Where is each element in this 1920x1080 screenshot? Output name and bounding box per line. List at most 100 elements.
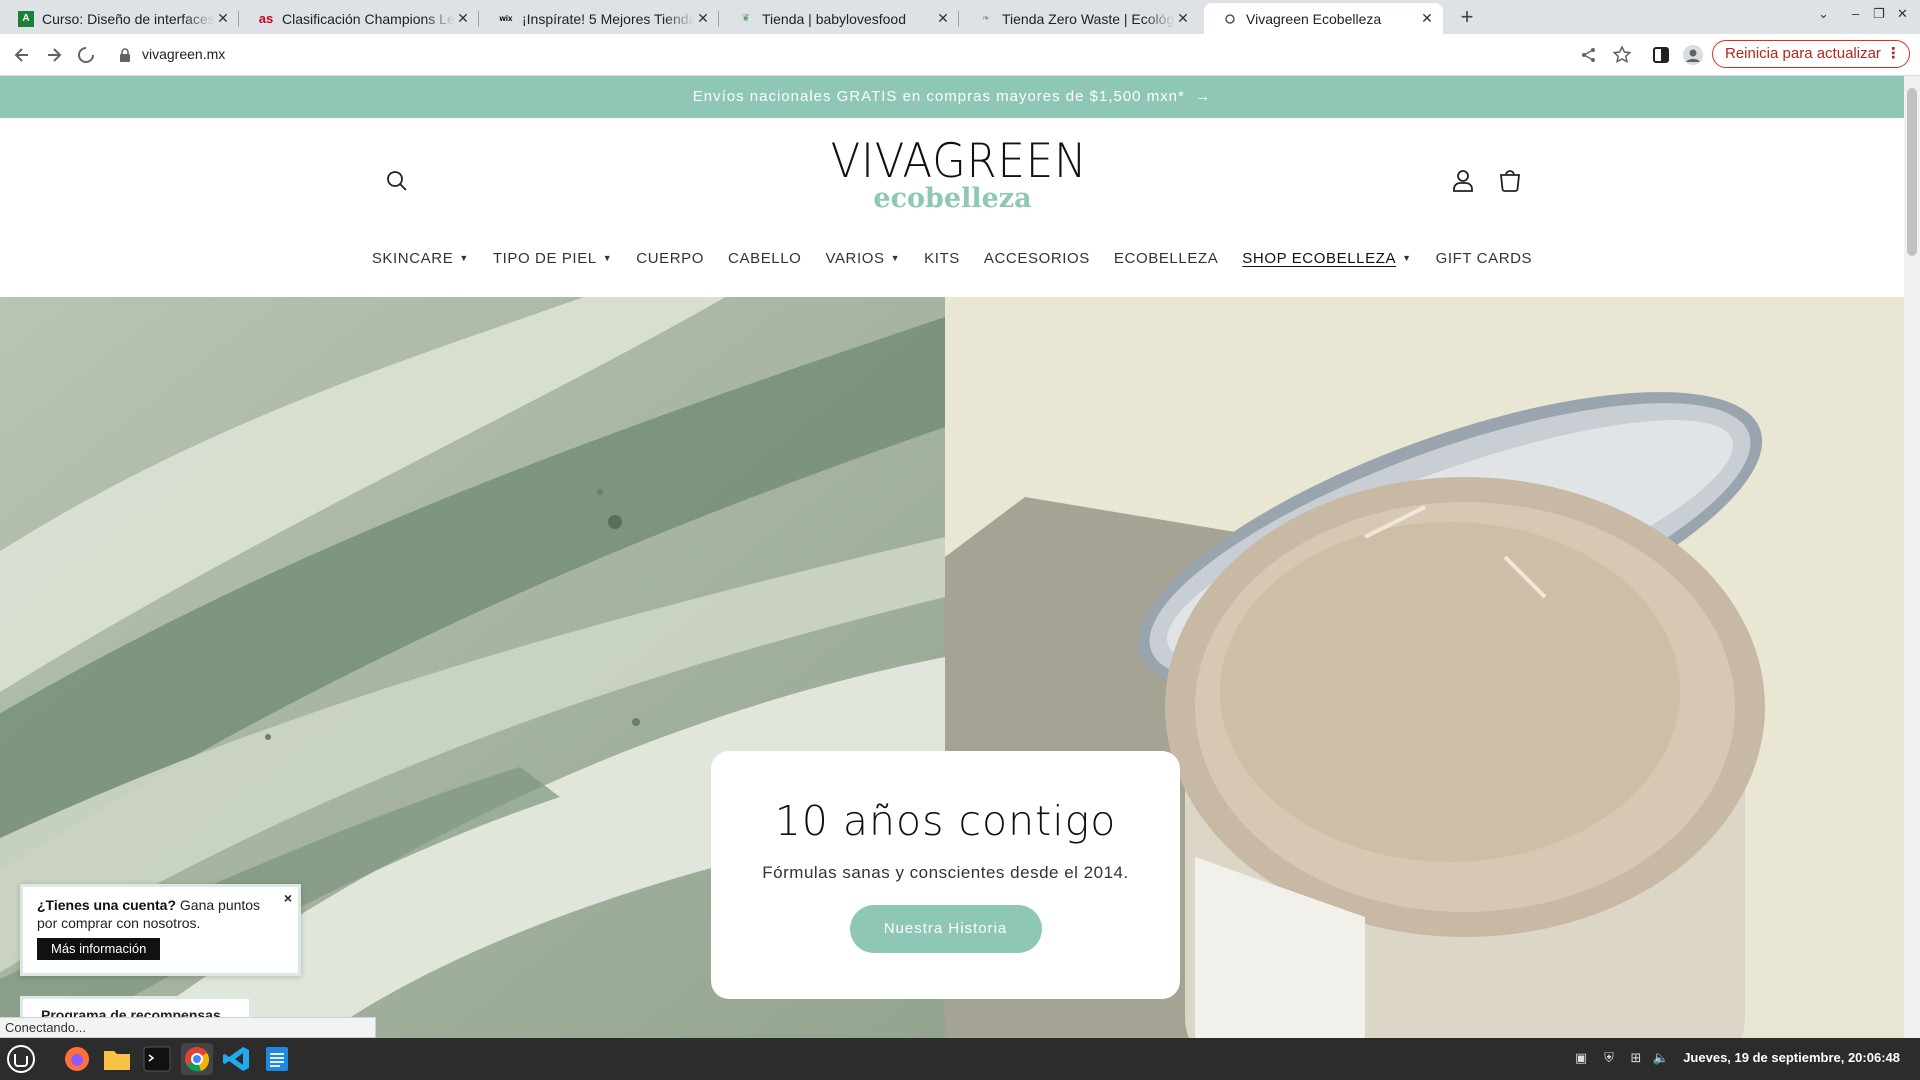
chevron-down-icon: ▼ — [459, 253, 469, 263]
nav-cuerpo[interactable]: CUERPO — [624, 244, 716, 272]
rewards-question: ¿Tienes una cuenta? — [37, 897, 176, 913]
nav-label: ACCESORIOS — [983, 249, 1090, 267]
tab-search-chevron-icon[interactable]: ⌄ — [1818, 6, 1829, 22]
logo-wordmark: VIVAGREEN — [830, 134, 1088, 189]
cart-icon[interactable] — [1497, 168, 1523, 194]
close-tab-icon[interactable]: ✕ — [215, 10, 231, 27]
browser-status-bar: Conectando... — [0, 1017, 376, 1038]
nav-ecobelleza[interactable]: ECOBELLEZA — [1102, 244, 1230, 272]
tab-curso[interactable]: A Curso: Diseño de interfaces W ✕ — [0, 3, 239, 34]
hero-title: 10 años contigo — [774, 797, 1117, 845]
files-folder-icon[interactable] — [101, 1043, 133, 1075]
tab-favicon-icon: A — [18, 10, 34, 27]
tab-title: Tienda | babylovesfood — [762, 10, 906, 27]
rewards-text: ¿Tienes una cuenta? Gana puntos por comp… — [37, 896, 284, 932]
logo-subtitle: ecobelleza — [873, 183, 1032, 214]
leaf-icon: ❦ — [741, 13, 751, 24]
nav-shop-ecobelleza[interactable]: SHOP ECOBELLEZA ▼ — [1230, 244, 1423, 272]
text-editor-icon[interactable] — [261, 1043, 293, 1075]
shield-icon[interactable]: ⛨ — [1600, 1050, 1618, 1068]
nav-accesorios[interactable]: ACCESORIOS — [972, 244, 1102, 272]
nav-skincare[interactable]: SKINCARE ▼ — [360, 244, 481, 272]
vscode-icon[interactable] — [221, 1043, 253, 1075]
tab-favicon-icon: wix — [499, 14, 513, 23]
page-scrollbar[interactable] — [1904, 76, 1920, 1038]
nav-varios[interactable]: VARIOS ▼ — [813, 244, 912, 272]
more-menu-icon[interactable]: ⋮ — [1886, 41, 1901, 67]
nav-label: VARIOS — [825, 249, 885, 267]
nav-kits[interactable]: KITS — [912, 244, 972, 272]
terminal-icon[interactable] — [141, 1043, 173, 1075]
bookmark-star-icon[interactable] — [1612, 45, 1632, 65]
feather-icon: ❧ — [981, 13, 991, 24]
nav-label: SKINCARE — [371, 249, 454, 267]
site-favicon-icon — [1222, 11, 1238, 27]
browser-toolbar: vivagreen.mx Reinicia para actualizar ⋮ — [0, 34, 1920, 76]
tab-zerowaste[interactable]: ❧ Tienda Zero Waste | Ecológic ✕ — [960, 3, 1199, 34]
clipboard-icon[interactable]: ▣ — [1572, 1050, 1590, 1068]
loading-icon[interactable] — [76, 45, 96, 65]
nuestra-historia-button[interactable]: Nuestra Historia — [849, 905, 1042, 953]
firefox-icon[interactable] — [61, 1043, 93, 1075]
nav-cabello[interactable]: CABELLO — [716, 244, 813, 272]
chevron-down-icon: ▼ — [890, 253, 901, 263]
minimize-icon[interactable]: – — [1852, 6, 1859, 21]
relaunch-label: Reinicia para actualizar — [1725, 45, 1881, 62]
tab-inspirate[interactable]: wix ¡Inspírate! 5 Mejores Tiendas ✕ — [480, 3, 719, 34]
hero-subtitle: Fórmulas sanas y conscientes desde el 20… — [762, 863, 1129, 882]
site-logo[interactable]: VIVAGREEN ecobelleza — [820, 134, 1088, 214]
close-window-icon[interactable]: ✕ — [1897, 6, 1908, 22]
tab-champions[interactable]: as Clasificación Champions Leag ✕ — [240, 3, 479, 34]
mint-menu-icon[interactable] — [5, 1043, 37, 1075]
mas-informacion-button[interactable]: Más información — [37, 938, 161, 960]
announcement-bar[interactable]: Envíos nacionales GRATIS en compras mayo… — [0, 76, 1904, 118]
nav-gift-cards[interactable]: GIFT CARDS — [1424, 244, 1545, 272]
rewards-popup: × ¿Tienes una cuenta? Gana puntos por co… — [20, 884, 301, 976]
close-tab-icon[interactable]: ✕ — [935, 10, 951, 27]
nav-label: CUERPO — [636, 249, 705, 267]
side-panel-icon[interactable] — [1652, 46, 1670, 64]
main-navigation: SKINCARE ▼ TIPO DE PIEL ▼ CUERPO CABELLO V… — [0, 244, 1904, 272]
nav-label: ECOBELLEZA — [1113, 249, 1219, 267]
lock-icon[interactable] — [118, 47, 132, 63]
tab-title: Curso: Diseño de interfaces W — [42, 10, 215, 27]
tab-babylovesfood[interactable]: ❦ Tienda | babylovesfood ✕ — [720, 3, 959, 34]
relaunch-to-update-button[interactable]: Reinicia para actualizar ⋮ — [1712, 40, 1910, 68]
tab-title: ¡Inspírate! 5 Mejores Tiendas — [522, 10, 695, 27]
os-taskbar: ▣ ⛨ ⊞ 🔈 Jueves, 19 de septiembre, 20:06:… — [0, 1038, 1920, 1080]
new-tab-button[interactable]: + — [1453, 4, 1481, 30]
tab-favicon-icon: as — [258, 11, 274, 26]
close-tab-icon[interactable]: ✕ — [695, 10, 711, 27]
webpage: Envíos nacionales GRATIS en compras mayo… — [0, 76, 1904, 1038]
tab-vivagreen[interactable]: Vivagreen Ecobelleza ✕ — [1204, 3, 1443, 34]
maximize-icon[interactable]: ❐ — [1873, 6, 1885, 22]
forward-icon[interactable] — [44, 45, 64, 65]
address-bar[interactable] — [110, 39, 1610, 71]
network-icon[interactable]: ⊞ — [1627, 1050, 1645, 1068]
volume-icon[interactable]: 🔈 — [1652, 1050, 1670, 1068]
clock[interactable]: Jueves, 19 de septiembre, 20:06:48 — [1683, 1050, 1900, 1065]
arrow-right-icon: → — [1195, 88, 1212, 105]
nav-label: KITS — [924, 249, 960, 267]
close-tab-icon[interactable]: ✕ — [455, 10, 471, 27]
scrollbar-thumb[interactable] — [1907, 88, 1917, 256]
browser-tab-bar: A Curso: Diseño de interfaces W ✕ as Cla… — [0, 0, 1920, 34]
announcement-text: Envíos nacionales GRATIS en compras mayo… — [692, 88, 1185, 105]
nav-label: CABELLO — [728, 249, 802, 267]
chevron-down-icon: ▼ — [1402, 253, 1412, 263]
url-text[interactable]: vivagreen.mx — [142, 46, 225, 62]
back-icon[interactable] — [12, 45, 32, 65]
nav-tipo-de-piel[interactable]: TIPO DE PIEL ▼ — [481, 244, 624, 272]
close-tab-icon[interactable]: ✕ — [1419, 10, 1435, 27]
share-icon[interactable] — [1580, 46, 1598, 64]
nav-label: GIFT CARDS — [1435, 249, 1533, 267]
profile-avatar-icon[interactable] — [1682, 44, 1704, 66]
chrome-icon[interactable] — [181, 1043, 213, 1075]
account-icon[interactable] — [1450, 168, 1476, 194]
close-icon[interactable]: × — [284, 889, 292, 907]
tab-title: Tienda Zero Waste | Ecológic — [1002, 10, 1175, 27]
tab-title: Clasificación Champions Leag — [282, 10, 455, 27]
close-tab-icon[interactable]: ✕ — [1175, 10, 1191, 27]
hero-card: 10 años contigo Fórmulas sanas y conscie… — [711, 751, 1180, 999]
search-icon[interactable] — [384, 168, 410, 194]
